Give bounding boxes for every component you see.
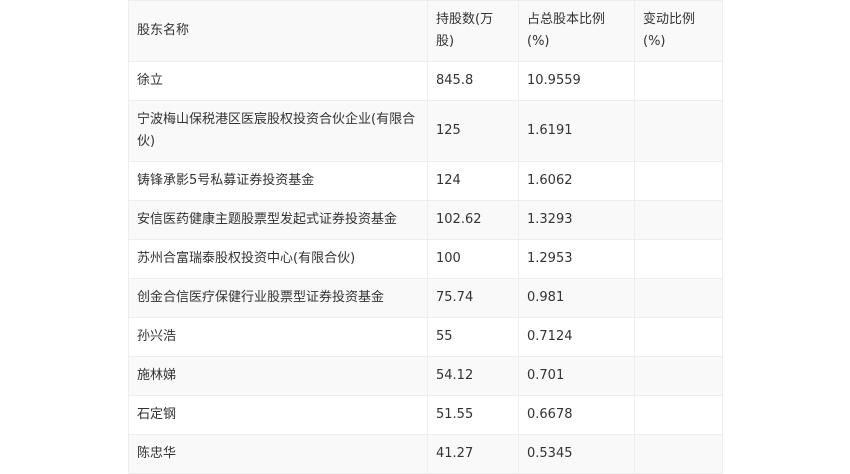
cell-change-ratio	[634, 434, 723, 474]
table-row: 施林娣 54.12 0.701	[128, 356, 723, 396]
cell-change-ratio	[634, 161, 723, 201]
cell-shares-held: 124	[427, 161, 519, 201]
shareholder-table: 股东名称 持股数(万股) 占总股本比例(%) 变动比例(%) 徐立 845.8 …	[128, 0, 723, 474]
cell-shareholder-name: 宁波梅山保税港区医宸股权投资合伙企业(有限合伙)	[128, 100, 428, 162]
header-change-ratio: 变动比例(%)	[634, 0, 723, 62]
cell-share-ratio: 1.3293	[518, 200, 635, 240]
header-share-ratio: 占总股本比例(%)	[518, 0, 635, 62]
cell-shares-held: 55	[427, 317, 519, 357]
cell-shareholder-name: 铸锋承影5号私募证券投资基金	[128, 161, 428, 201]
cell-shares-held: 845.8	[427, 61, 519, 101]
table-body: 徐立 845.8 10.9559 宁波梅山保税港区医宸股权投资合伙企业(有限合伙…	[128, 61, 723, 474]
cell-share-ratio: 1.2953	[518, 239, 635, 279]
cell-shareholder-name: 施林娣	[128, 356, 428, 396]
cell-shareholder-name: 徐立	[128, 61, 428, 101]
table-row: 陈忠华 41.27 0.5345	[128, 434, 723, 474]
cell-change-ratio	[634, 356, 723, 396]
cell-change-ratio	[634, 278, 723, 318]
cell-shares-held: 75.74	[427, 278, 519, 318]
cell-share-ratio: 0.981	[518, 278, 635, 318]
table-row: 创金合信医疗保健行业股票型证券投资基金 75.74 0.981	[128, 278, 723, 318]
table-row: 孙兴浩 55 0.7124	[128, 317, 723, 357]
cell-share-ratio: 0.5345	[518, 434, 635, 474]
cell-change-ratio	[634, 317, 723, 357]
cell-shares-held: 102.62	[427, 200, 519, 240]
cell-change-ratio	[634, 200, 723, 240]
cell-change-ratio	[634, 395, 723, 435]
cell-share-ratio: 10.9559	[518, 61, 635, 101]
table-row: 安信医药健康主题股票型发起式证券投资基金 102.62 1.3293	[128, 200, 723, 240]
cell-shares-held: 41.27	[427, 434, 519, 474]
table-row: 铸锋承影5号私募证券投资基金 124 1.6062	[128, 161, 723, 201]
shareholder-table-container: 股东名称 持股数(万股) 占总股本比例(%) 变动比例(%) 徐立 845.8 …	[128, 0, 723, 474]
cell-shareholder-name: 石定钢	[128, 395, 428, 435]
cell-shareholder-name: 创金合信医疗保健行业股票型证券投资基金	[128, 278, 428, 318]
cell-shareholder-name: 苏州合富瑞泰股权投资中心(有限合伙)	[128, 239, 428, 279]
cell-shareholder-name: 孙兴浩	[128, 317, 428, 357]
table-row: 徐立 845.8 10.9559	[128, 61, 723, 101]
header-row: 股东名称 持股数(万股) 占总股本比例(%) 变动比例(%)	[128, 0, 723, 62]
cell-shareholder-name: 安信医药健康主题股票型发起式证券投资基金	[128, 200, 428, 240]
header-shareholder-name: 股东名称	[128, 0, 428, 62]
cell-change-ratio	[634, 239, 723, 279]
cell-shares-held: 125	[427, 100, 519, 162]
cell-shares-held: 51.55	[427, 395, 519, 435]
header-shares-held: 持股数(万股)	[427, 0, 519, 62]
cell-shareholder-name: 陈忠华	[128, 434, 428, 474]
table-row: 石定钢 51.55 0.6678	[128, 395, 723, 435]
cell-change-ratio	[634, 61, 723, 101]
cell-shares-held: 54.12	[427, 356, 519, 396]
cell-shares-held: 100	[427, 239, 519, 279]
table-row: 宁波梅山保税港区医宸股权投资合伙企业(有限合伙) 125 1.6191	[128, 100, 723, 162]
cell-share-ratio: 0.701	[518, 356, 635, 396]
table-header: 股东名称 持股数(万股) 占总股本比例(%) 变动比例(%)	[128, 0, 723, 62]
cell-share-ratio: 0.6678	[518, 395, 635, 435]
cell-change-ratio	[634, 100, 723, 162]
cell-share-ratio: 0.7124	[518, 317, 635, 357]
table-row: 苏州合富瑞泰股权投资中心(有限合伙) 100 1.2953	[128, 239, 723, 279]
cell-share-ratio: 1.6191	[518, 100, 635, 162]
cell-share-ratio: 1.6062	[518, 161, 635, 201]
